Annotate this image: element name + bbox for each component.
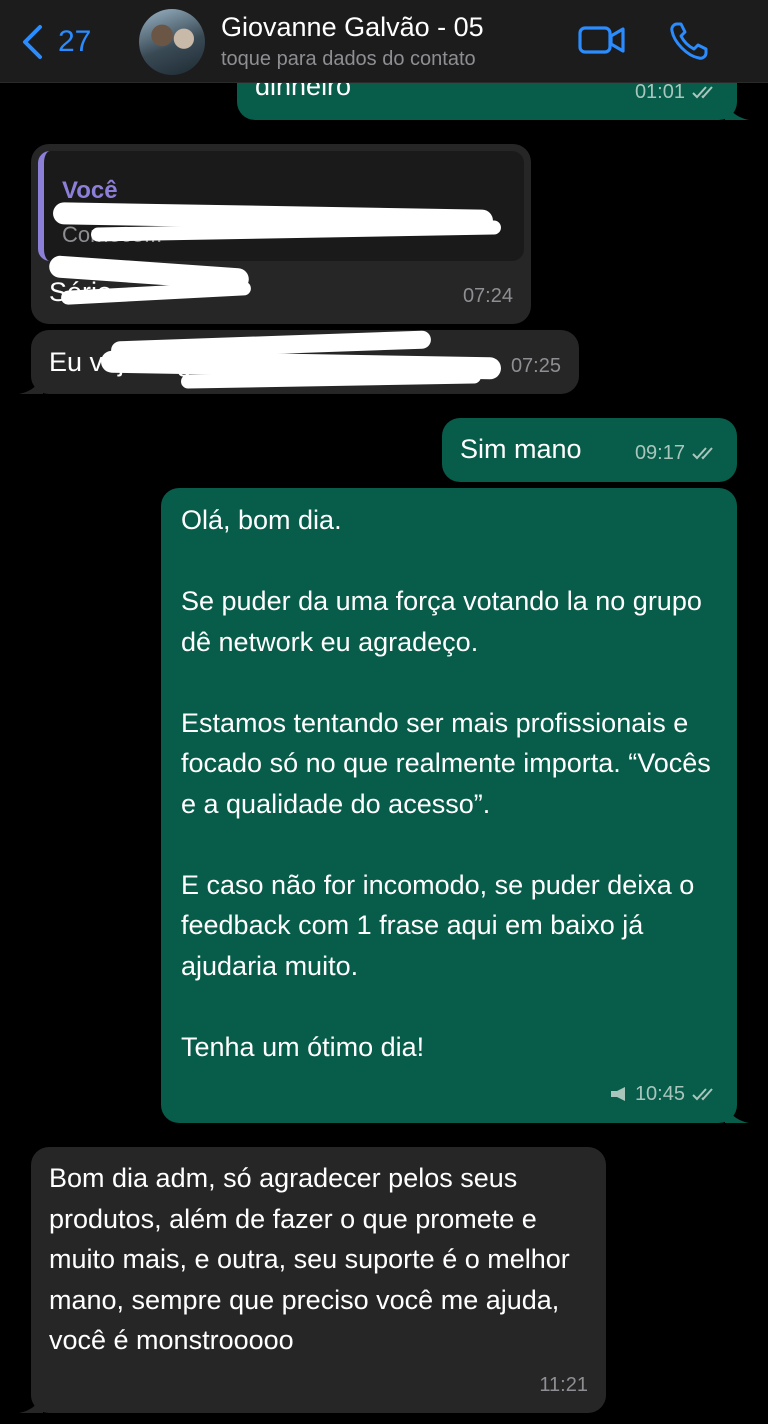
message-bubble-incoming[interactable]: Bom dia adm, só agradecer pelos seus pro… bbox=[19, 1147, 606, 1413]
message-text: Bom dia adm, só agradecer pelos seus pro… bbox=[49, 1163, 578, 1355]
message-bubble-outgoing[interactable]: Olá, bom dia. Se puder da uma força vota… bbox=[161, 488, 749, 1123]
double-check-icon bbox=[692, 86, 713, 99]
message-time: 07:24 bbox=[462, 284, 513, 307]
message-time: 10:45 bbox=[634, 1082, 685, 1105]
megaphone-icon bbox=[610, 1086, 625, 1101]
bubble-tail bbox=[725, 1101, 749, 1123]
chat-header: 27 Giovanne Galvão - 05 toque para dados… bbox=[0, 0, 768, 83]
avatar[interactable] bbox=[139, 9, 205, 75]
message-bubble-outgoing[interactable]: Sim mano 09:17 bbox=[442, 418, 737, 482]
message-time: 11:21 bbox=[539, 1373, 588, 1396]
message-text: Sim mano bbox=[460, 434, 582, 464]
contact-subtitle[interactable]: toque para dados do contato bbox=[221, 48, 476, 71]
message-time: 09:17 bbox=[634, 441, 685, 464]
message-text: Olá, bom dia. Se puder da uma força vota… bbox=[181, 505, 711, 1062]
bubble-tail bbox=[725, 98, 749, 120]
chevron-left-icon bbox=[23, 25, 42, 59]
message-bubble-incoming[interactable]: Eu vejo ... grupo ... 07:25 bbox=[19, 330, 579, 394]
bubble-tail bbox=[19, 1391, 43, 1413]
bubble-tail bbox=[19, 372, 43, 394]
video-camera-icon[interactable] bbox=[577, 22, 627, 58]
double-check-icon bbox=[692, 1088, 713, 1101]
message-bubble-incoming[interactable]: Você Comece... Sério... 07:24 bbox=[31, 144, 531, 324]
unread-count: 27 bbox=[58, 25, 92, 58]
message-time: 07:25 bbox=[510, 354, 561, 377]
double-check-icon bbox=[692, 447, 713, 460]
message-meta: 11:21 bbox=[539, 1365, 588, 1406]
message-meta: 07:25 bbox=[511, 346, 561, 387]
contact-name[interactable]: Giovanne Galvão - 05 bbox=[221, 12, 484, 43]
back-button[interactable]: 27 bbox=[20, 22, 91, 62]
message-meta: 10:45 bbox=[609, 1074, 719, 1115]
message-meta: 07:24 bbox=[463, 276, 513, 317]
phone-icon[interactable] bbox=[668, 20, 710, 62]
message-meta: 09:17 bbox=[635, 433, 719, 474]
